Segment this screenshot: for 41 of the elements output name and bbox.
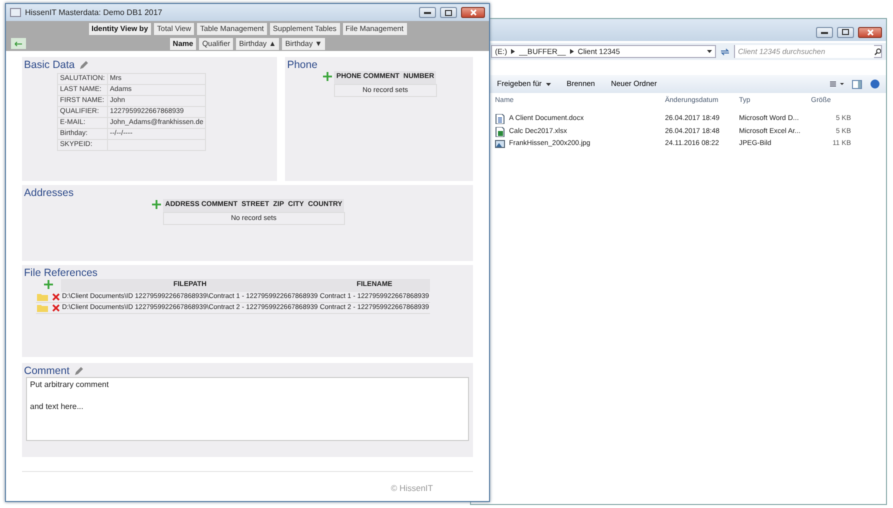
section-title: Basic Data: [24, 59, 75, 71]
chevron-icon: [511, 49, 516, 54]
help-icon[interactable]: [870, 79, 880, 89]
section-title: File References: [24, 267, 98, 279]
close-button[interactable]: [461, 7, 485, 18]
image-file-icon: [495, 139, 505, 150]
add-icon[interactable]: [44, 280, 53, 289]
maximize-icon: [445, 10, 452, 16]
maximize-button[interactable]: [440, 7, 457, 18]
search-icon[interactable]: [874, 48, 881, 56]
window-title: HissenIT Masterdata: Demo DB1 2017: [25, 6, 162, 18]
maximize-icon: [842, 29, 849, 35]
document-icon: [495, 114, 505, 124]
close-icon: [866, 28, 874, 36]
app-icon: [10, 8, 21, 17]
maximize-button[interactable]: [837, 26, 854, 38]
back-button[interactable]: [11, 38, 26, 49]
add-icon[interactable]: [323, 72, 332, 82]
section-title: Phone: [287, 59, 318, 71]
chevron-icon: [570, 49, 574, 54]
delete-icon[interactable]: [52, 304, 60, 312]
edit-icon[interactable]: [78, 60, 89, 70]
close-button[interactable]: [858, 26, 882, 38]
copyright-text: © HissenIT: [22, 471, 473, 495]
back-arrow-icon: [14, 40, 23, 46]
dropdown-icon[interactable]: [707, 50, 712, 54]
view-options-icon[interactable]: [830, 80, 844, 88]
add-icon[interactable]: [152, 200, 162, 210]
comment-field[interactable]: Put arbitrary comment and text here...: [26, 377, 469, 441]
minimize-button[interactable]: [419, 7, 436, 18]
minimize-icon: [424, 11, 431, 14]
minimize-icon: [821, 30, 828, 34]
caret-icon: [546, 82, 551, 86]
section-title: Addresses: [24, 187, 74, 199]
close-icon: [470, 9, 476, 16]
refresh-icon[interactable]: [720, 48, 730, 56]
section-title: Comment: [24, 365, 70, 377]
delete-icon[interactable]: [52, 292, 60, 301]
spreadsheet-icon: [495, 126, 505, 137]
preview-pane-icon[interactable]: [852, 80, 862, 88]
minimize-button[interactable]: [816, 26, 833, 38]
